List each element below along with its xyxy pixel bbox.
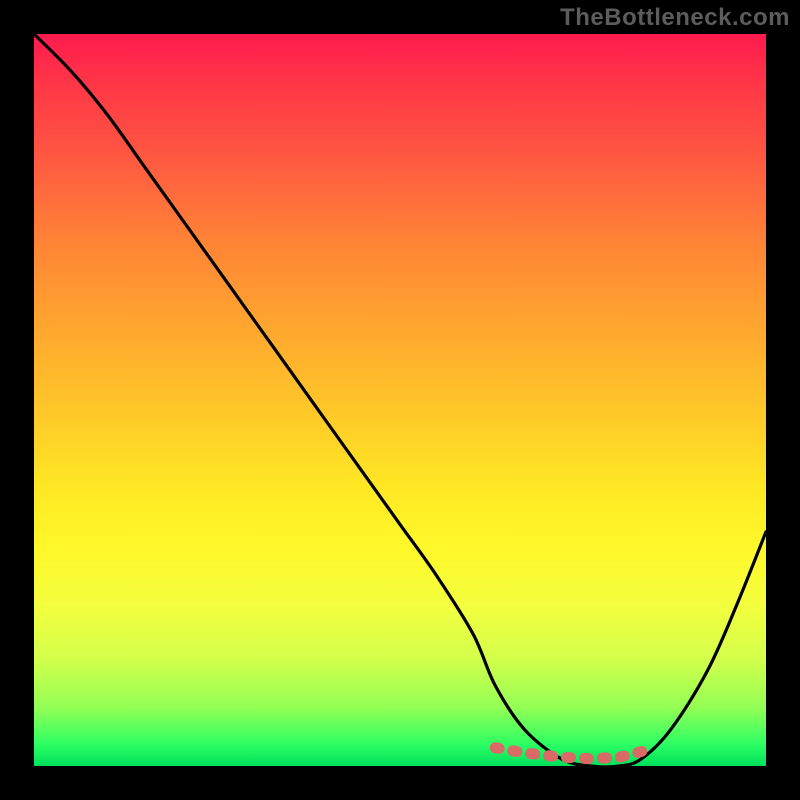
watermark-text: TheBottleneck.com	[560, 4, 790, 32]
bottleneck-curve-line	[34, 34, 766, 766]
chart-frame: TheBottleneck.com	[0, 0, 800, 800]
plot-area	[34, 34, 766, 766]
flat-region-marker-line	[495, 748, 641, 759]
chart-svg	[34, 34, 766, 766]
